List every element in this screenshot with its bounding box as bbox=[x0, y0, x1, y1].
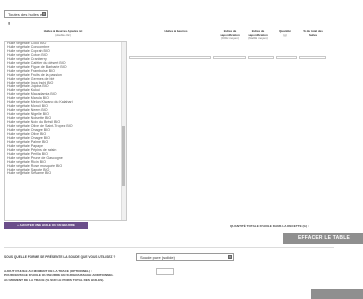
oil-name-field[interactable] bbox=[129, 56, 211, 59]
column-header-quantity: Quantité (g) bbox=[277, 29, 293, 37]
sap-koh-field[interactable] bbox=[213, 56, 246, 59]
chevron-down-icon: ▾ bbox=[42, 12, 46, 16]
superfat-input[interactable] bbox=[156, 268, 174, 275]
column-subtitle: (g) bbox=[283, 32, 287, 37]
quantity-field[interactable] bbox=[276, 56, 297, 59]
sap-naoh-field[interactable] bbox=[248, 56, 274, 59]
add-oil-button-label: + AJOUTER UNE HUILE OU UN BEURRE bbox=[17, 223, 75, 227]
percent-field[interactable] bbox=[299, 56, 326, 59]
column-header-percent: % du total des huiles bbox=[300, 29, 326, 37]
scrollbar-thumb[interactable] bbox=[122, 126, 125, 186]
column-header-sap-koh: Indice de saponification (KOH moyen) bbox=[219, 29, 241, 41]
column-header-added-oils: Huiles & Beurres Ajoutés ici (double cli… bbox=[4, 29, 122, 37]
oil-unit-select-value: Toutes des huiles en g bbox=[8, 12, 45, 25]
add-oil-button[interactable]: + AJOUTER UNE HUILE OU UN BEURRE bbox=[4, 222, 88, 229]
column-title: Huiles & beurres bbox=[164, 29, 188, 33]
column-subtitle: (double clic) bbox=[55, 32, 71, 37]
divider bbox=[4, 247, 334, 248]
soda-form-select-value: Soude pure (solide) bbox=[140, 255, 175, 260]
clear-table-button[interactable]: EFFACER LE TABLE bbox=[283, 233, 363, 244]
superfat-line: AU MOMENT DE LA TRACE (% SUR LE POIDS TO… bbox=[4, 277, 105, 282]
column-subtitle: (KOH moyen) bbox=[221, 36, 239, 41]
calculate-button[interactable] bbox=[311, 289, 363, 299]
superfat-line: POURCENTAGE D'HUILE OU BEURRE EN SURGRAI… bbox=[4, 273, 114, 278]
column-header-sap-naoh: Indice de saponification (NaOH moyen) bbox=[246, 29, 270, 41]
superfat-description: AJOUT D'HUILE AU MOMENT DE LA TRACE (OPT… bbox=[4, 269, 113, 282]
oil-list-items: Huile végétale Coco BIO Huile végétale Co… bbox=[5, 42, 126, 176]
clear-table-button-label: EFFACER LE TABLE bbox=[298, 235, 350, 241]
oil-list-scrollbar[interactable] bbox=[121, 42, 126, 220]
column-title: % du total des huiles bbox=[303, 29, 323, 37]
soda-form-select[interactable]: Soude pure (solide) ▾ bbox=[136, 253, 234, 261]
oil-list[interactable]: Huile végétale Coco BIO Huile végétale Co… bbox=[4, 41, 127, 221]
oil-unit-select[interactable]: Toutes des huiles en g ▾ bbox=[4, 10, 48, 25]
column-subtitle: (NaOH moyen) bbox=[248, 36, 268, 41]
chevron-down-icon: ▾ bbox=[228, 255, 232, 259]
oil-list-item[interactable]: Huile végétale Sésame BIO bbox=[5, 172, 126, 176]
total-oil-label: QUANTITÉ TOTALE D'HUILE DANS LA RECETTE … bbox=[230, 224, 309, 228]
soda-form-question: SOUS QUELLE FORME SE PRÉSENTE LA SOUDE Q… bbox=[4, 255, 116, 259]
column-header-oils: Huiles & beurres bbox=[140, 29, 212, 34]
